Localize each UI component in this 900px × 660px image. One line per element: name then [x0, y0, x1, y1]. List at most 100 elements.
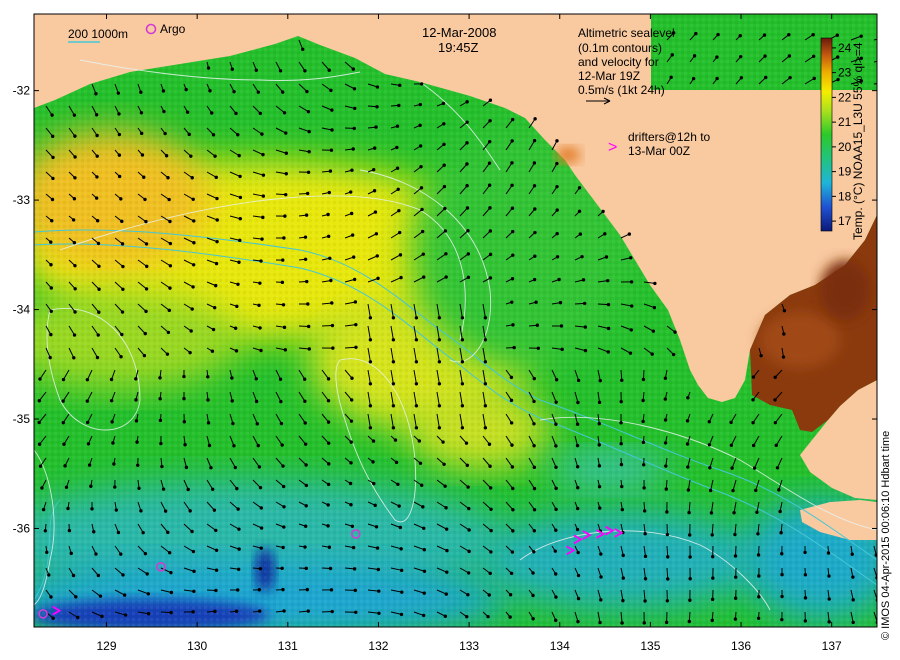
- velocity-arrow-head: [37, 442, 42, 446]
- velocity-arrow-head: [117, 112, 121, 116]
- velocity-arrow-head: [554, 618, 558, 623]
- velocity-arrow-head: [66, 506, 70, 511]
- velocity-arrow-head: [304, 566, 308, 571]
- velocity-arrow-head: [213, 154, 217, 158]
- velocity-arrow-head: [715, 76, 719, 81]
- velocity-arrow-head: [259, 546, 263, 550]
- velocity-arrow-head: [763, 54, 767, 58]
- velocity-arrow-head: [146, 612, 151, 616]
- velocity-arrow-head: [72, 113, 77, 117]
- velocity-arrow-head: [261, 215, 265, 220]
- velocity-arrow-head: [330, 301, 334, 305]
- velocity-arrow-head: [780, 552, 784, 556]
- velocity-arrow-head: [120, 332, 124, 337]
- velocity-arrow-head: [437, 382, 442, 386]
- velocity-arrow-head: [437, 316, 442, 320]
- velocity-arrow-head: [487, 183, 492, 187]
- velocity-arrow-head: [142, 175, 146, 179]
- velocity-arrow-head: [754, 488, 758, 493]
- velocity-arrow-head: [259, 526, 264, 530]
- velocity-arrow-head: [707, 420, 712, 424]
- velocity-arrow-head: [235, 304, 239, 309]
- velocity-arrow-head: [206, 375, 210, 379]
- velocity-arrow-head: [368, 426, 373, 430]
- velocity-arrow-head: [555, 139, 559, 143]
- velocity-arrow-head: [466, 485, 470, 489]
- lat-tick-label: -32: [13, 84, 31, 98]
- velocity-arrow-head: [620, 507, 625, 512]
- velocity-arrow-head: [122, 593, 127, 597]
- velocity-arrow-head: [665, 532, 670, 537]
- velocity-arrow-head: [368, 404, 373, 408]
- velocity-arrow-head: [619, 421, 623, 425]
- velocity-arrow-head: [50, 134, 55, 139]
- velocity-arrow-head: [191, 263, 196, 267]
- velocity-arrow-head: [510, 277, 515, 281]
- velocity-arrow-head: [237, 153, 241, 158]
- velocity-arrow-head: [444, 275, 448, 279]
- velocity-arrow-head: [326, 441, 331, 445]
- velocity-arrow-head: [67, 528, 72, 533]
- velocity-arrow-head: [354, 322, 358, 327]
- velocity-arrow-head: [642, 621, 646, 625]
- velocity-arrow-head: [554, 444, 558, 448]
- velocity-arrow-head: [397, 504, 401, 508]
- velocity-arrow-head: [189, 154, 193, 158]
- velocity-arrow-head: [278, 377, 283, 381]
- velocity-arrow-head: [597, 400, 602, 405]
- velocity-arrow-head: [483, 426, 488, 430]
- velocity-arrow-head: [258, 609, 262, 613]
- velocity-arrow-head: [120, 310, 125, 314]
- velocity-arrow-head: [326, 234, 331, 239]
- velocity-arrow-head: [827, 620, 831, 624]
- velocity-arrow-head: [465, 120, 469, 124]
- velocity-arrow-head: [399, 568, 404, 573]
- velocity-arrow-head: [442, 122, 446, 126]
- velocity-arrow-head: [163, 131, 167, 136]
- velocity-arrow-head: [98, 594, 103, 598]
- velocity-arrow-head: [191, 549, 196, 554]
- velocity-arrow-head: [166, 530, 170, 535]
- velocity-arrow-head: [576, 573, 581, 578]
- velocity-arrow-head: [710, 533, 714, 537]
- lat-tick-label: -33: [13, 193, 31, 207]
- velocity-arrow-head: [576, 485, 580, 490]
- velocity-arrow-head: [215, 196, 219, 201]
- velocity-arrow-head: [168, 264, 173, 268]
- velocity-arrow-head: [257, 465, 262, 469]
- colorbar-tick-label: 23: [838, 66, 852, 80]
- velocity-arrow-head: [391, 360, 396, 364]
- velocity-arrow-head: [510, 443, 514, 447]
- velocity-arrow-head: [97, 264, 101, 268]
- velocity-arrow-head: [73, 134, 77, 138]
- velocity-arrow-head: [422, 547, 427, 552]
- velocity-arrow-head: [398, 525, 403, 530]
- sst-map: 129 130 131 132 133 134 135 136 137 -32 -33 -34 -35 -…: [13, 13, 878, 653]
- velocity-arrow-head: [422, 275, 426, 279]
- velocity-arrow-head: [418, 123, 422, 128]
- velocity-arrow-head: [303, 442, 308, 446]
- velocity-arrow-head: [414, 338, 419, 342]
- velocity-arrow-head: [751, 420, 755, 425]
- velocity-arrow-head: [442, 184, 447, 189]
- velocity-arrow-head: [826, 551, 831, 555]
- velocity-arrow-head: [738, 34, 742, 38]
- velocity-arrow-head: [145, 264, 149, 269]
- velocity-arrow-head: [259, 348, 263, 353]
- velocity-arrow-head: [396, 482, 400, 487]
- velocity-arrow-head: [445, 548, 449, 553]
- velocity-arrow-head: [116, 91, 121, 95]
- velocity-arrow-head: [465, 141, 469, 145]
- velocity-arrow-head: [421, 613, 426, 618]
- velocity-arrow-head: [780, 617, 784, 622]
- velocity-arrow-head: [372, 167, 376, 172]
- colorbar-tick-label: 24: [838, 41, 852, 55]
- velocity-arrow-head: [85, 399, 90, 403]
- velocity-arrow-head: [71, 573, 76, 578]
- velocity-arrow-head: [352, 87, 357, 91]
- velocity-arrow-head: [650, 352, 654, 356]
- velocity-arrow-head: [280, 443, 284, 447]
- velocity-arrow-head: [163, 509, 168, 513]
- velocity-arrow-head: [533, 254, 537, 258]
- velocity-arrow-head: [708, 488, 713, 493]
